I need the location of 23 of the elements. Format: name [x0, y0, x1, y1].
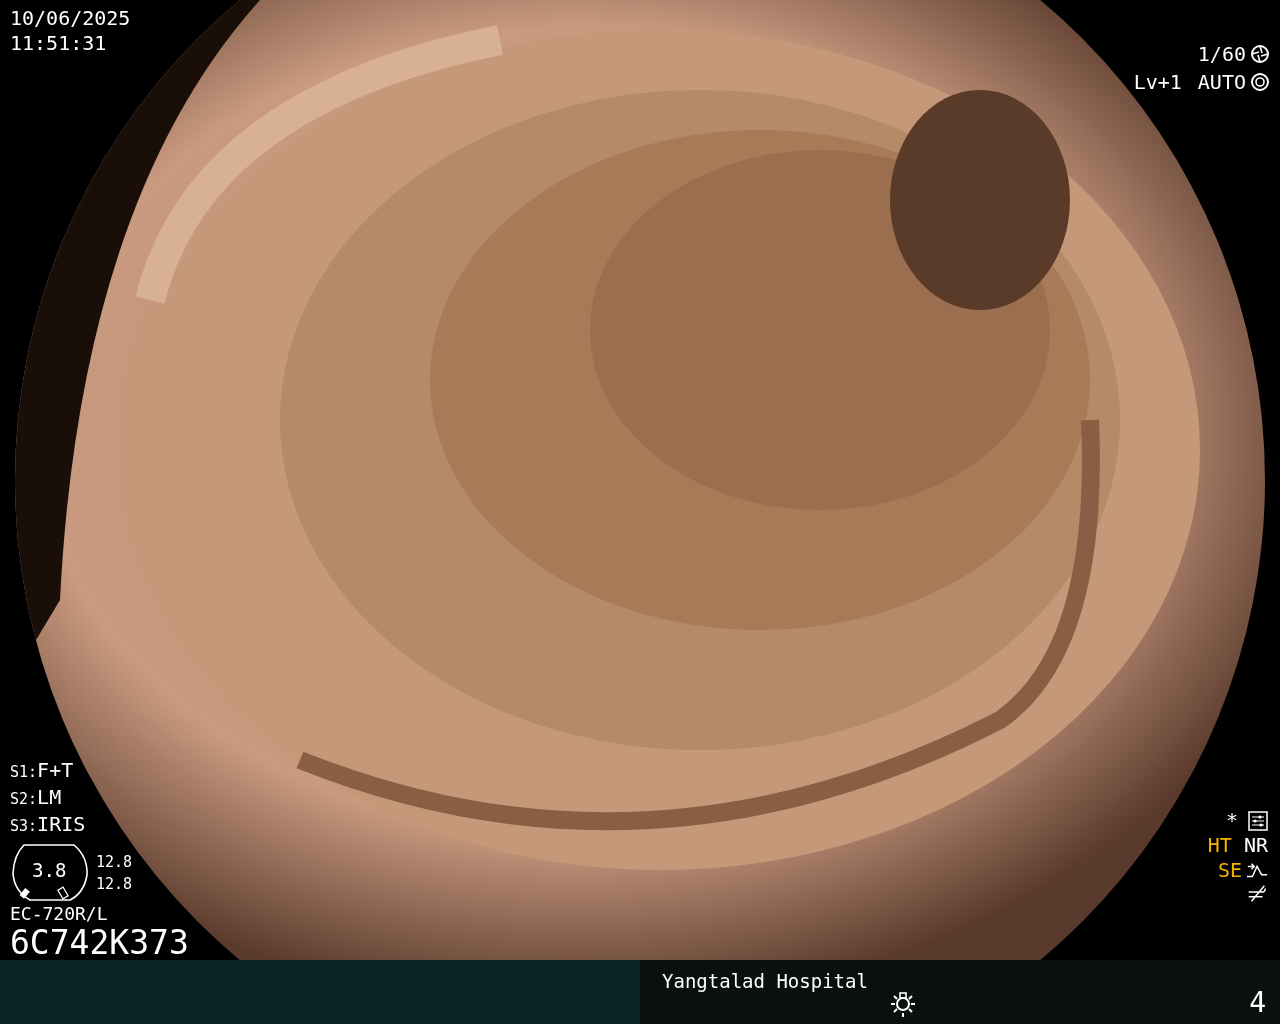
scope-model-text: EC-720R/L: [10, 903, 109, 925]
reading-text: 12.8: [96, 874, 133, 895]
mode-text: HT: [1207, 833, 1232, 858]
not-equal-wave-icon: [1246, 883, 1268, 903]
shutter-speed-text: 1/60: [1197, 41, 1246, 68]
switch-text: S2:LM: [10, 785, 63, 811]
time-text: 11:51:31: [10, 31, 108, 56]
switch-text: S1:F+T: [10, 758, 75, 784]
mode-text: NR: [1243, 833, 1268, 858]
date-text: 10/06/2025: [10, 6, 131, 31]
iris-mode-text: AUTO: [1197, 69, 1246, 96]
settings-icon: [1248, 810, 1268, 831]
gauge-value-text: 3.8: [32, 859, 67, 881]
brightness-level-text: Lv+1: [1133, 69, 1182, 96]
shutter-icon: [1250, 44, 1270, 64]
hospital-name-text: Yangtalad Hospital: [662, 970, 868, 992]
reading-text: 12.8: [96, 852, 133, 873]
serial-number-text: 6C742K373: [10, 925, 189, 961]
asterisk-text: *: [1225, 808, 1238, 833]
page-number-text: 4: [1249, 986, 1266, 1019]
mode-text: SE: [1217, 858, 1242, 883]
switch-text: S3:IRIS: [10, 812, 87, 838]
aperture-icon: [1250, 72, 1270, 92]
